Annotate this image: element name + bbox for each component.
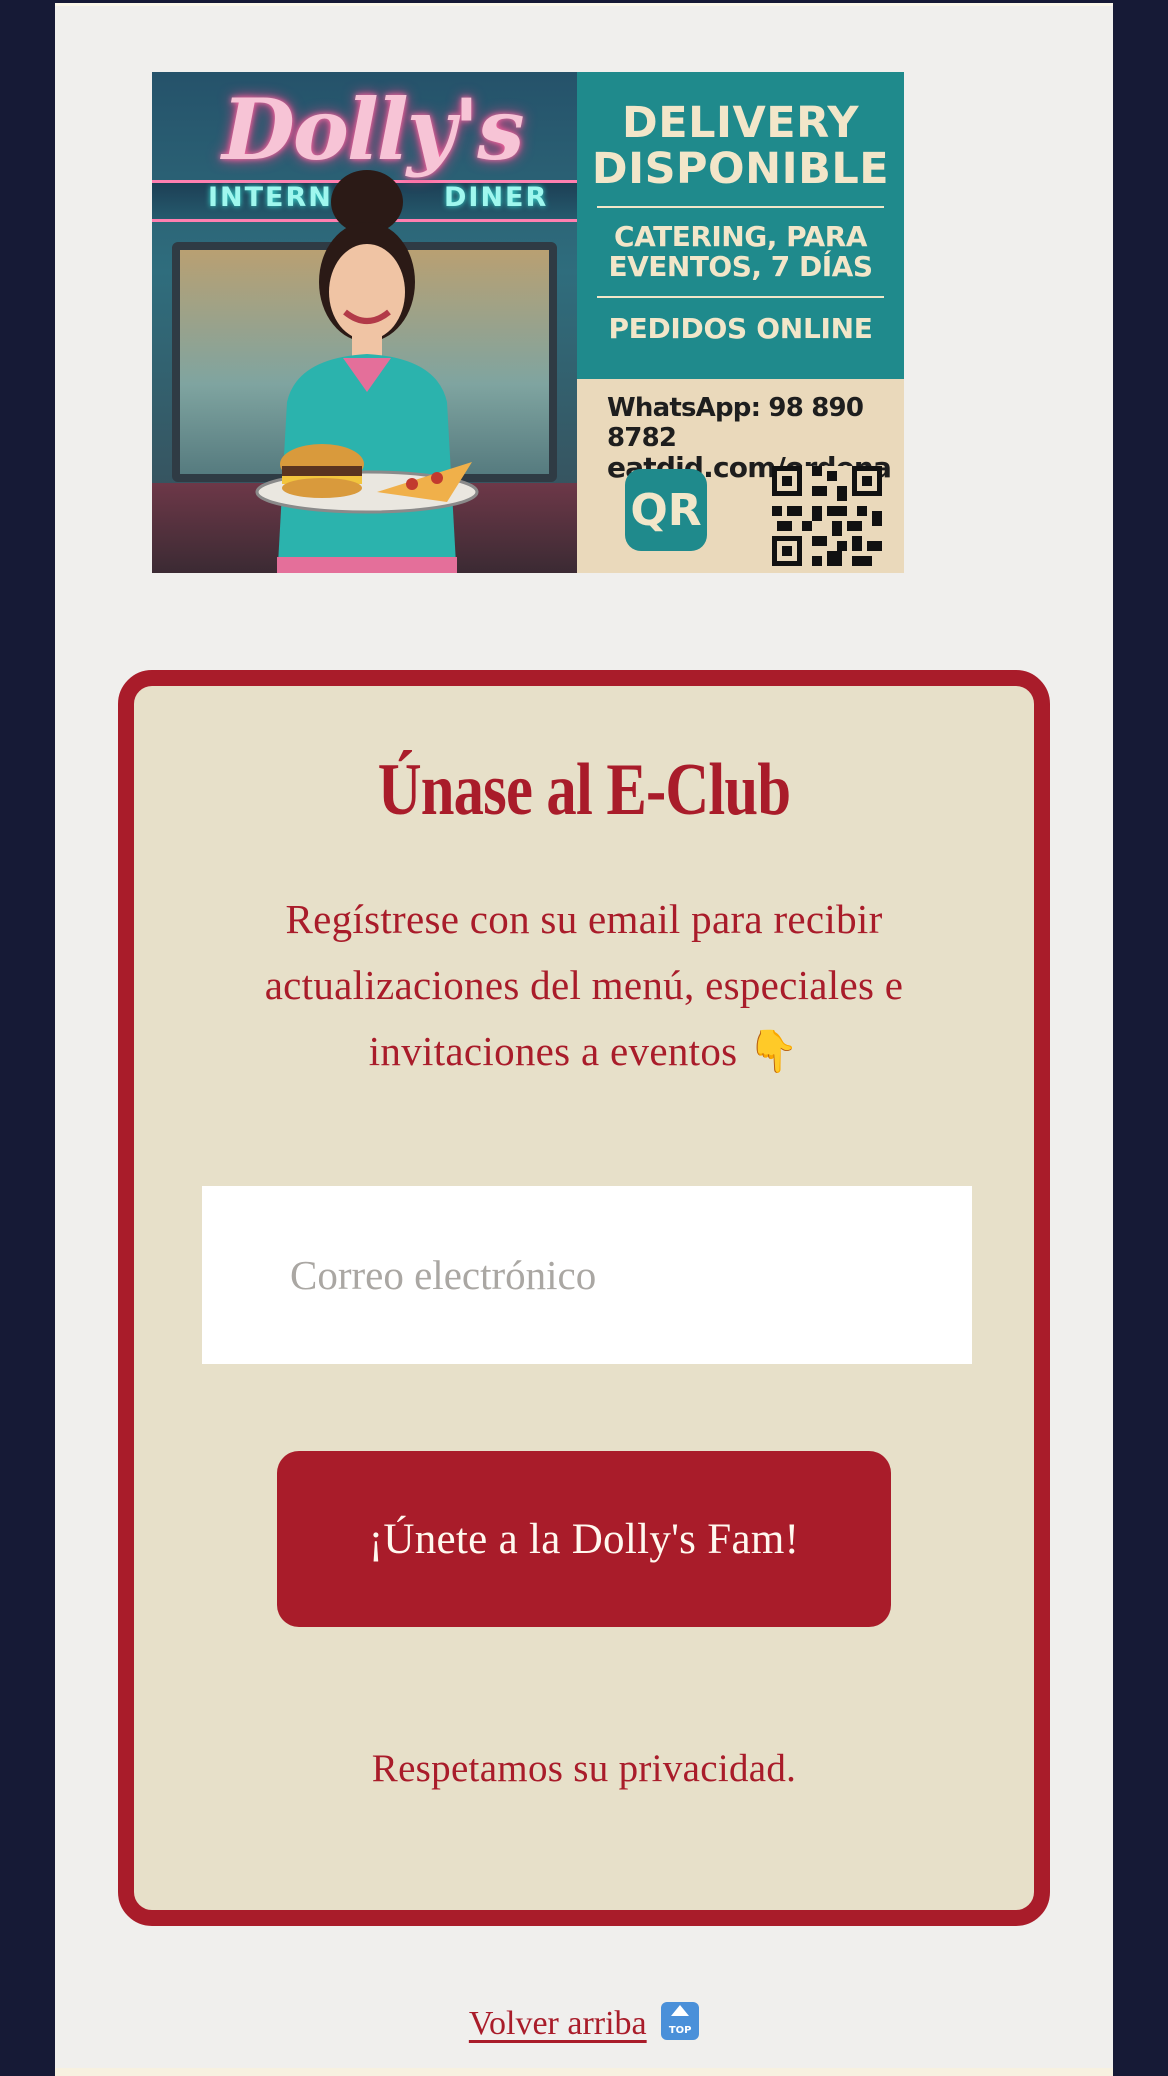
- online-orders-text: PEDIDOS ONLINE: [608, 312, 873, 345]
- bottom-edge: [55, 2068, 1113, 2076]
- diner-illustration: Dolly's INTERN DINER: [152, 72, 577, 573]
- join-button[interactable]: ¡Únete a la Dolly's Fam!: [277, 1451, 891, 1627]
- eclub-title: Únase al E-Club: [377, 749, 791, 831]
- whatsapp-number: WhatsApp: 98 890 8782: [607, 393, 864, 453]
- privacy-note: Respetamos su privacidad.: [371, 1747, 797, 1790]
- back-to-top-label: Volver arriba: [468, 2005, 647, 2042]
- qr-badge: QR: [625, 469, 707, 551]
- waitress-illustration: [255, 170, 479, 573]
- eclub-description: Regístrese con su email para recibir act…: [264, 896, 904, 1074]
- promo-banner-image[interactable]: Dolly's INTERN DINER DELIVERY DISPONIBLE: [152, 72, 904, 573]
- divider: [597, 296, 884, 298]
- catering-text: CATERING, PARA EVENTOS, 7 DÍAS: [608, 220, 873, 283]
- delivery-title: DELIVERY DISPONIBLE: [591, 98, 890, 194]
- divider: [597, 206, 884, 208]
- qr-code-icon: [772, 466, 882, 566]
- back-to-top-link[interactable]: Volver arriba: [469, 2005, 647, 2042]
- email-field[interactable]: [202, 1186, 972, 1364]
- top-icon-label: TOP: [668, 2025, 692, 2036]
- back-to-top: Volver arriba TOP: [0, 2002, 1168, 2043]
- banner-info-panel: DELIVERY DISPONIBLE CATERING, PARA EVENT…: [577, 72, 904, 573]
- eclub-signup-card: Únase al E-Club Regístrese con su email …: [118, 670, 1050, 1926]
- top-arrow-icon[interactable]: TOP: [661, 2002, 700, 2040]
